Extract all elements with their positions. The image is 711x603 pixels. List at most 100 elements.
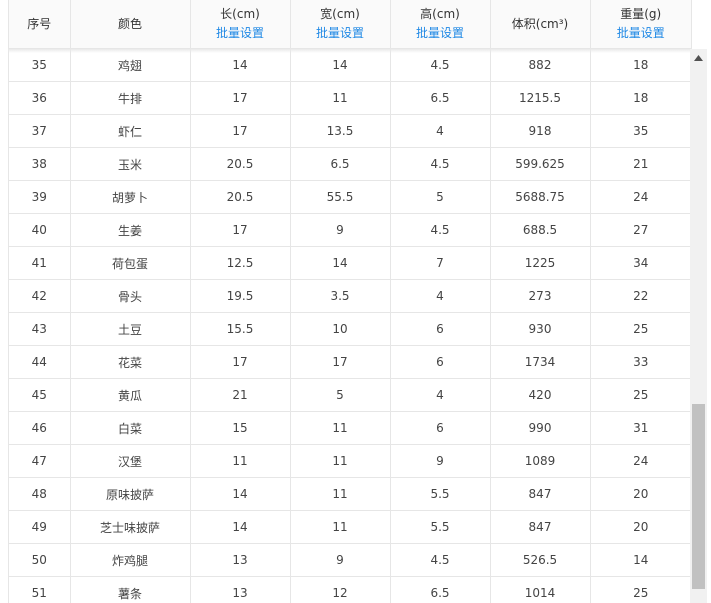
cell-length: 20.5 <box>190 180 291 214</box>
cell-height: 6.5 <box>390 576 491 603</box>
cell-height: 5.5 <box>390 510 491 544</box>
batch-set-height-link[interactable]: 批量设置 <box>391 24 490 43</box>
cell-color: 玉米 <box>70 147 191 181</box>
cell-width: 14 <box>290 246 391 280</box>
cell-length: 13 <box>190 543 291 577</box>
cell-color: 骨头 <box>70 279 191 313</box>
cell-height: 5.5 <box>390 477 491 511</box>
cell-height: 4.5 <box>390 543 491 577</box>
table-row: 38 玉米 20.5 6.5 4.5 599.625 21 <box>9 147 691 181</box>
cell-index: 35 <box>9 48 71 82</box>
batch-set-length-link[interactable]: 批量设置 <box>191 24 290 43</box>
cell-height: 4 <box>390 114 491 148</box>
cell-color: 虾仁 <box>70 114 191 148</box>
batch-set-weight-link[interactable]: 批量设置 <box>591 24 692 43</box>
cell-index: 47 <box>9 444 71 478</box>
cell-weight: 35 <box>590 114 691 148</box>
table-header: 序号 颜色 长(cm) 批量设置 宽(cm) 批量设置 高(cm) 批量设置 体… <box>9 0 691 49</box>
cell-index: 46 <box>9 411 71 445</box>
cell-index: 50 <box>9 543 71 577</box>
table-row: 41 荷包蛋 12.5 14 7 1225 34 <box>9 246 691 280</box>
cell-height: 6 <box>390 345 491 379</box>
cell-height: 4 <box>390 378 491 412</box>
cell-weight: 25 <box>590 576 691 603</box>
cell-width: 12 <box>290 576 391 603</box>
cell-weight: 27 <box>590 213 691 247</box>
table-row: 44 花菜 17 17 6 1734 33 <box>9 345 691 379</box>
cell-index: 48 <box>9 477 71 511</box>
cell-width: 9 <box>290 543 391 577</box>
cell-width: 6.5 <box>290 147 391 181</box>
cell-length: 15.5 <box>190 312 291 346</box>
cell-volume: 918 <box>490 114 591 148</box>
cell-length: 21 <box>190 378 291 412</box>
cell-index: 51 <box>9 576 71 603</box>
cell-color: 炸鸡腿 <box>70 543 191 577</box>
cell-color: 鸡翅 <box>70 48 191 82</box>
cell-index: 38 <box>9 147 71 181</box>
cell-color: 汉堡 <box>70 444 191 478</box>
cell-color: 原味披萨 <box>70 477 191 511</box>
vertical-scrollbar[interactable] <box>690 49 707 603</box>
cell-width: 14 <box>290 48 391 82</box>
cell-color: 胡萝卜 <box>70 180 191 214</box>
cell-width: 55.5 <box>290 180 391 214</box>
cell-index: 49 <box>9 510 71 544</box>
cell-height: 6 <box>390 411 491 445</box>
cell-color: 生姜 <box>70 213 191 247</box>
cell-color: 薯条 <box>70 576 191 603</box>
cell-volume: 1225 <box>490 246 591 280</box>
header-length-title: 长(cm) <box>220 7 260 21</box>
cell-width: 9 <box>290 213 391 247</box>
cell-height: 9 <box>390 444 491 478</box>
cell-index: 43 <box>9 312 71 346</box>
cell-weight: 31 <box>590 411 691 445</box>
table-row: 49 芝士味披萨 14 11 5.5 847 20 <box>9 510 691 544</box>
cell-weight: 34 <box>590 246 691 280</box>
cell-volume: 526.5 <box>490 543 591 577</box>
cell-volume: 990 <box>490 411 591 445</box>
table-row: 45 黄瓜 21 5 4 420 25 <box>9 378 691 412</box>
cell-weight: 22 <box>590 279 691 313</box>
cell-color: 牛排 <box>70 81 191 115</box>
cell-index: 41 <box>9 246 71 280</box>
cell-volume: 420 <box>490 378 591 412</box>
cell-index: 39 <box>9 180 71 214</box>
table-row: 46 白菜 15 11 6 990 31 <box>9 411 691 445</box>
cell-length: 14 <box>190 510 291 544</box>
cell-width: 11 <box>290 81 391 115</box>
table-row: 40 生姜 17 9 4.5 688.5 27 <box>9 213 691 247</box>
table-row: 51 薯条 13 12 6.5 1014 25 <box>9 576 691 603</box>
header-width: 宽(cm) 批量设置 <box>290 0 391 49</box>
cell-volume: 847 <box>490 510 591 544</box>
cell-width: 17 <box>290 345 391 379</box>
cell-color: 黄瓜 <box>70 378 191 412</box>
table-row: 35 鸡翅 14 14 4.5 882 18 <box>9 48 691 82</box>
scroll-up-button[interactable] <box>690 49 707 66</box>
scrollbar-thumb[interactable] <box>692 404 705 589</box>
cell-weight: 33 <box>590 345 691 379</box>
cell-color: 芝士味披萨 <box>70 510 191 544</box>
cell-width: 3.5 <box>290 279 391 313</box>
header-height: 高(cm) 批量设置 <box>390 0 491 49</box>
cell-height: 4 <box>390 279 491 313</box>
cell-weight: 24 <box>590 444 691 478</box>
cell-length: 12.5 <box>190 246 291 280</box>
cell-length: 17 <box>190 114 291 148</box>
table-row: 43 土豆 15.5 10 6 930 25 <box>9 312 691 346</box>
cell-width: 11 <box>290 444 391 478</box>
batch-set-width-link[interactable]: 批量设置 <box>291 24 390 43</box>
cell-index: 36 <box>9 81 71 115</box>
header-index-title: 序号 <box>27 16 52 31</box>
cell-height: 5 <box>390 180 491 214</box>
cell-volume: 1089 <box>490 444 591 478</box>
cell-weight: 25 <box>590 378 691 412</box>
cell-length: 19.5 <box>190 279 291 313</box>
cell-length: 11 <box>190 444 291 478</box>
cell-height: 6.5 <box>390 81 491 115</box>
header-color-title: 颜色 <box>117 16 142 31</box>
cell-weight: 20 <box>590 477 691 511</box>
cell-weight: 20 <box>590 510 691 544</box>
cell-length: 17 <box>190 345 291 379</box>
header-weight: 重量(g) 批量设置 <box>590 0 691 49</box>
